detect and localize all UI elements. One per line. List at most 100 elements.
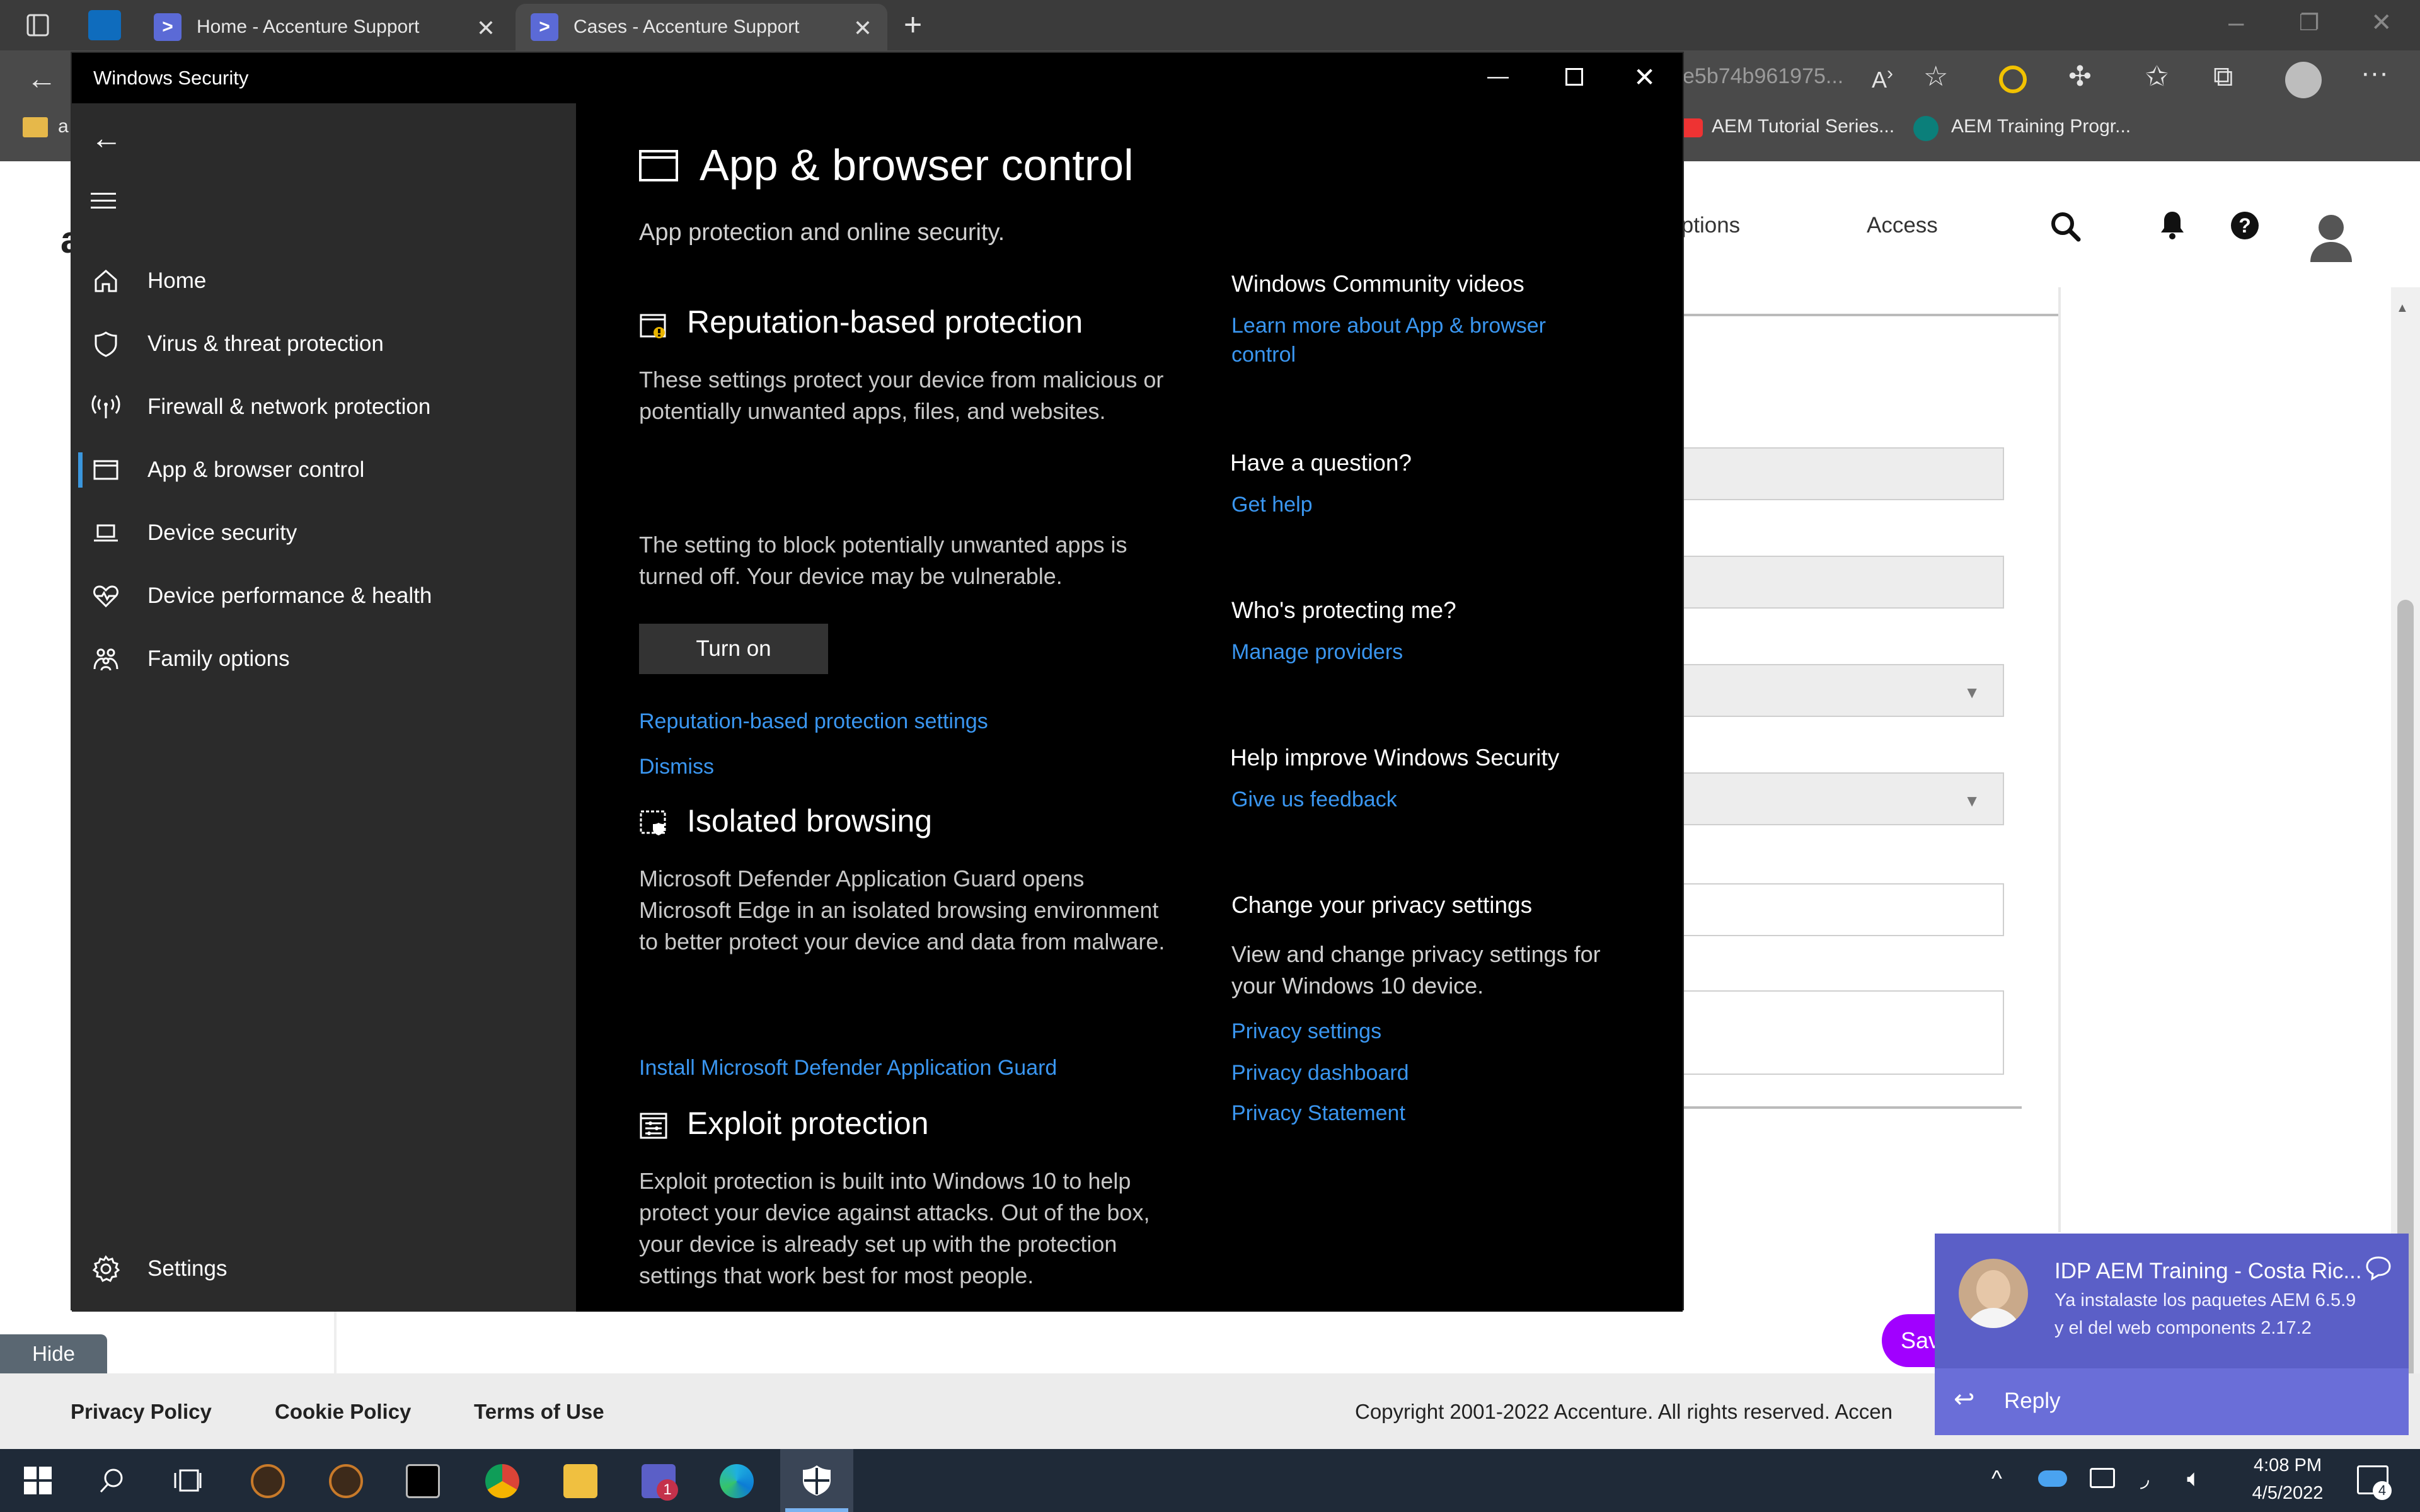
page-subtitle: App protection and online security. — [639, 219, 1005, 246]
form-select[interactable]: ▼ — [1676, 664, 2004, 717]
dismiss-link[interactable]: Dismiss — [639, 752, 714, 781]
close-icon[interactable]: ✕ — [476, 15, 495, 42]
accenture-icon: > — [531, 13, 558, 41]
give-feedback-link[interactable]: Give us feedback — [1231, 785, 1397, 814]
extension-icon[interactable] — [1999, 66, 2027, 93]
collections-icon[interactable]: ⧉ — [2213, 63, 2233, 91]
nav-item-access[interactable]: Access — [1867, 213, 1938, 238]
minimize-icon[interactable]: – — [2228, 9, 2244, 37]
security-sidebar: ← Home Virus & threat protection Firewal… — [72, 103, 576, 1312]
turn-on-button[interactable]: Turn on — [639, 624, 828, 674]
accenture-icon: > — [154, 13, 182, 41]
heart-icon — [91, 581, 121, 611]
tab-label: Home - Accenture Support — [197, 16, 420, 37]
chrome-icon[interactable] — [485, 1464, 519, 1498]
favorite-aem-tutorial[interactable]: AEM Tutorial Series... — [1712, 116, 1894, 137]
tab-label: Cases - Accenture Support — [573, 16, 800, 37]
form-field[interactable] — [1676, 447, 2004, 500]
task-view-icon[interactable] — [173, 1467, 203, 1494]
address-fragment[interactable]: e5b74b961975... — [1683, 64, 1843, 89]
close-icon[interactable]: ✕ — [2371, 10, 2392, 35]
clock-date[interactable]: 4/5/2022 — [2244, 1483, 2332, 1504]
reply-arrow-icon: ↩ — [1954, 1385, 1975, 1413]
help-icon[interactable]: ? — [2231, 212, 2259, 239]
user-avatar-icon[interactable] — [2309, 212, 2353, 262]
sidebar-item-device-performance[interactable]: Device performance & health — [72, 566, 576, 626]
cookie-policy-link[interactable]: Cookie Policy — [275, 1400, 411, 1424]
sidebar-item-app-browser[interactable]: App & browser control — [72, 440, 576, 500]
sidebar-item-firewall[interactable]: Firewall & network protection — [72, 377, 576, 437]
privacy-settings-link[interactable]: Privacy settings — [1231, 1017, 1381, 1046]
install-app-guard-link[interactable]: Install Microsoft Defender Application G… — [639, 1053, 1057, 1082]
close-icon[interactable]: ✕ — [1634, 62, 1656, 93]
privacy-dashboard-link[interactable]: Privacy dashboard — [1231, 1058, 1409, 1087]
sidebar-item-device-security[interactable]: Device security — [72, 503, 576, 563]
favorites-icon[interactable]: ✩ — [2145, 63, 2169, 91]
manage-providers-link[interactable]: Manage providers — [1231, 638, 1403, 667]
puzzle-icon[interactable]: ✣ — [2068, 63, 2092, 91]
learn-more-link[interactable]: Learn more about App & browser control — [1231, 311, 1597, 369]
search-icon[interactable] — [97, 1465, 127, 1496]
app-icon[interactable] — [329, 1464, 363, 1498]
plus-icon[interactable]: + — [904, 9, 922, 40]
folder-icon[interactable] — [23, 117, 48, 137]
teams-notification[interactable]: IDP AEM Training - Costa Ric... Ya insta… — [1935, 1234, 2409, 1435]
clock-time[interactable]: 4:08 PM — [2247, 1455, 2328, 1476]
tab-actions-icon[interactable] — [25, 13, 50, 38]
notification-center-icon[interactable]: 4 — [2357, 1465, 2392, 1500]
sidebar-item-label: Virus & threat protection — [147, 331, 384, 356]
hide-button[interactable]: Hide — [0, 1334, 107, 1373]
edge-icon[interactable] — [720, 1464, 754, 1498]
form-field[interactable] — [1676, 883, 2004, 936]
form-select[interactable]: ▼ — [1676, 772, 2004, 825]
chevron-down-icon: ▼ — [1964, 791, 1980, 810]
get-help-link[interactable]: Get help — [1231, 490, 1313, 519]
wifi-icon[interactable]: ◞ — [2140, 1465, 2149, 1492]
form-textarea[interactable] — [1676, 990, 2004, 1075]
privacy-statement-link[interactable]: Privacy Statement — [1231, 1099, 1405, 1128]
favorite-fragment[interactable]: a — [58, 116, 69, 137]
teams-icon[interactable]: 1 — [642, 1464, 678, 1501]
hamburger-menu-icon[interactable] — [91, 192, 116, 210]
tab-cases[interactable]: > Cases - Accenture Support ✕ — [516, 4, 887, 50]
back-arrow-icon[interactable]: ← — [26, 64, 57, 94]
star-add-icon[interactable]: ☆ — [1923, 63, 1948, 91]
isolated-description: Microsoft Defender Application Guard ope… — [639, 866, 1165, 954]
close-icon[interactable]: ✕ — [853, 15, 872, 42]
onedrive-icon[interactable] — [2038, 1470, 2067, 1487]
taskbar-active-app[interactable] — [780, 1449, 853, 1512]
read-aloud-icon[interactable]: A› — [1872, 64, 1893, 91]
battery-icon[interactable] — [2090, 1468, 2115, 1488]
windows-start-icon[interactable] — [24, 1467, 52, 1494]
outlook-tab-icon[interactable] — [88, 10, 121, 40]
chevron-up-icon[interactable]: ^ — [1991, 1465, 2002, 1492]
shield-icon — [802, 1464, 832, 1497]
privacy-policy-link[interactable]: Privacy Policy — [71, 1400, 212, 1424]
terms-of-use-link[interactable]: Terms of Use — [474, 1400, 604, 1424]
more-icon[interactable]: ··· — [2361, 59, 2388, 87]
form-field[interactable] — [1676, 556, 2004, 609]
search-icon[interactable] — [2049, 210, 2082, 243]
bell-icon[interactable] — [2159, 209, 2186, 241]
app-icon[interactable] — [251, 1464, 285, 1498]
restore-icon[interactable]: ❐ — [2299, 11, 2319, 34]
reputation-description: These settings protect your device from … — [639, 367, 1164, 424]
maximize-icon[interactable] — [1565, 68, 1583, 86]
minimize-icon[interactable]: — — [1487, 64, 1509, 89]
volume-icon[interactable]: 🔈︎ — [2187, 1465, 2201, 1492]
sidebar-item-family[interactable]: Family options — [72, 629, 576, 689]
nav-item-subscriptions[interactable]: iptions — [1676, 213, 1740, 238]
reply-button[interactable]: ↩ Reply — [1935, 1368, 2409, 1435]
sidebar-item-label: Firewall & network protection — [147, 394, 431, 419]
tab-home[interactable]: > Home - Accenture Support ✕ — [139, 4, 510, 50]
profile-icon[interactable] — [2285, 62, 2322, 98]
sidebar-item-virus[interactable]: Virus & threat protection — [72, 314, 576, 374]
back-arrow-icon[interactable]: ← — [91, 122, 122, 154]
sidebar-item-home[interactable]: Home — [72, 251, 576, 311]
terminal-icon[interactable] — [406, 1464, 440, 1498]
scroll-up-icon[interactable]: ▲ — [2396, 301, 2409, 316]
sidebar-item-settings[interactable]: Settings — [72, 1239, 576, 1299]
file-explorer-icon[interactable] — [563, 1464, 597, 1498]
reputation-settings-link[interactable]: Reputation-based protection settings — [639, 707, 988, 736]
favorite-aem-training[interactable]: AEM Training Progr... — [1951, 116, 2131, 137]
